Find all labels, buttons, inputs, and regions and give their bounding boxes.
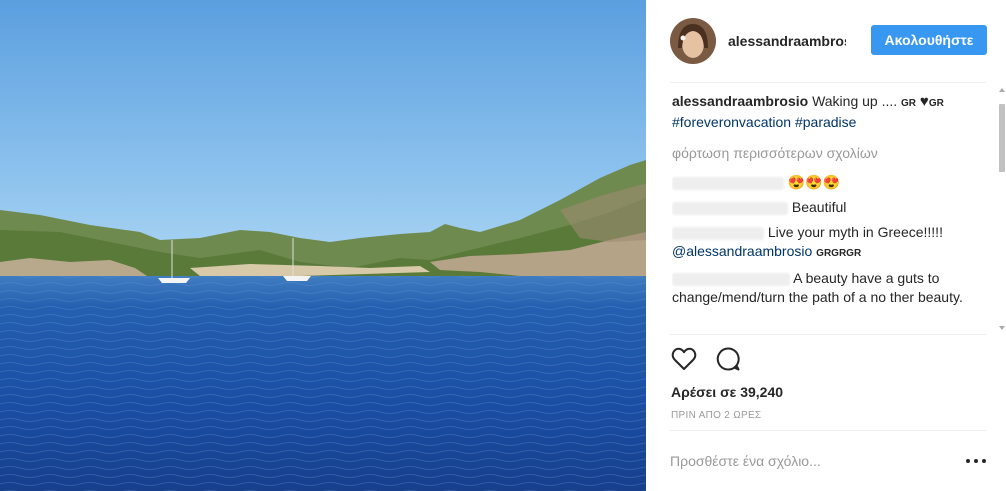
comment-item: 😍😍😍	[672, 173, 982, 192]
blurred-username	[672, 226, 764, 240]
load-more-comments[interactable]: φόρτωση περισσότερων σχολίων	[672, 144, 982, 163]
comment-button[interactable]	[714, 345, 742, 373]
caption-text: Waking up ....	[812, 93, 898, 109]
more-options-icon	[974, 459, 978, 463]
scroll-up-icon[interactable]	[999, 88, 1005, 92]
post-author-username[interactable]: alessandraambrosio	[728, 33, 846, 49]
comment-text: Live your myth in Greece!!!!!	[767, 224, 943, 240]
comments-list: alessandraambrosio Waking up .... GR ♥GR…	[672, 92, 982, 332]
like-button[interactable]	[670, 345, 698, 373]
avatar[interactable]	[670, 18, 716, 64]
add-comment-bar	[670, 430, 986, 491]
scroll-down-icon[interactable]	[999, 326, 1005, 330]
add-comment-input[interactable]	[670, 453, 950, 469]
blurred-username	[672, 201, 788, 215]
mention-link[interactable]: @alessandraambrosio	[672, 243, 812, 259]
post-header: alessandraambrosio Ακολουθήστε	[670, 0, 987, 83]
post-photo-seascape	[0, 0, 646, 491]
blurred-username	[672, 176, 784, 190]
flag-gr-2: GR	[928, 98, 944, 109]
comments-scrollbar[interactable]	[998, 82, 1006, 334]
flags-gr: GRGRGR	[816, 248, 862, 259]
more-options-button[interactable]	[966, 453, 986, 469]
comment-item: Live your myth in Greece!!!!! @alessandr…	[672, 223, 982, 263]
more-options-icon	[966, 459, 970, 463]
more-options-icon	[982, 459, 986, 463]
scrollbar-thumb[interactable]	[999, 104, 1005, 172]
avatar-image	[670, 18, 716, 64]
hashtag-link[interactable]: #paradise	[795, 114, 857, 130]
heart-emoji-icon: ♥	[919, 93, 929, 110]
post-photo[interactable]	[0, 0, 646, 491]
comment-item: Beautiful	[672, 198, 982, 217]
likes-count[interactable]: Αρέσει σε 39,240	[671, 384, 783, 400]
hashtag-link[interactable]: #foreveronvacation	[672, 114, 791, 130]
follow-button[interactable]: Ακολουθήστε	[871, 25, 987, 55]
heart-icon	[671, 347, 697, 370]
caption: alessandraambrosio Waking up .... GR ♥GR…	[672, 92, 982, 132]
flag-gr-1: GR	[901, 98, 917, 109]
comment-icon	[716, 346, 740, 370]
comment-text: 😍😍😍	[787, 174, 841, 190]
blurred-username	[672, 272, 790, 286]
comment-item: A beauty have a guts to change/mend/turn…	[672, 269, 982, 307]
post-timestamp[interactable]: ΠΡΙΝ ΑΠΟ 2 ΩΡΕΣ	[671, 410, 761, 421]
caption-username[interactable]: alessandraambrosio	[672, 93, 808, 109]
comment-text: Beautiful	[791, 199, 847, 215]
post-actions	[670, 334, 986, 382]
